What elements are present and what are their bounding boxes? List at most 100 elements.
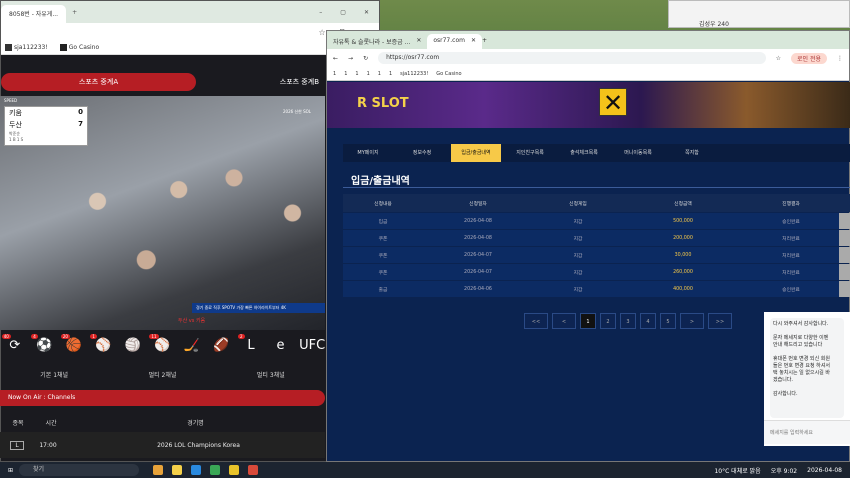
sport-icon[interactable]: ⚾ 1: [90, 333, 114, 353]
menu-item[interactable]: 지인친구목록: [505, 144, 555, 162]
right-tab-2[interactable]: osr77.com ✕: [427, 34, 482, 49]
row-action-button[interactable]: [839, 281, 850, 297]
bookmark-item[interactable]: 1: [367, 71, 370, 77]
table-cell: 쿠폰: [378, 270, 388, 276]
reload-icon[interactable]: ↻: [363, 55, 368, 62]
channel-1[interactable]: 기본 1채널: [40, 370, 68, 384]
table-row: 출금 2026-04-06 지갑 400,000 승인완료: [343, 281, 850, 297]
menu-item[interactable]: 출석체크목록: [559, 144, 609, 162]
stream-tab-a[interactable]: 스포츠 중계A: [1, 73, 196, 91]
page-button[interactable]: >>: [708, 313, 732, 329]
banner-close-icon[interactable]: ✕: [599, 88, 627, 117]
column-header: 신청일자: [469, 201, 487, 207]
chrome-icon[interactable]: [248, 465, 259, 475]
menu-item[interactable]: MY페이지: [343, 144, 393, 162]
page-button[interactable]: 5: [660, 313, 676, 329]
table-cell: 500,000: [673, 218, 693, 224]
page-button[interactable]: 4: [640, 313, 656, 329]
chat-line: 감사합니다.: [773, 391, 798, 397]
sport-glyph: ⚽: [36, 337, 53, 353]
profile-button[interactable]: 로인 전용: [791, 52, 827, 64]
chat-line: [773, 349, 841, 356]
chat-line: [773, 328, 841, 335]
sport-icon[interactable]: e: [270, 338, 292, 353]
bookmark-item[interactable]: 1: [355, 71, 358, 77]
account-menu: MY페이지 정보수정 입금/출금내역 지인친구목록 출석체크목록 머니이동목록 쪽지함: [343, 144, 850, 162]
page-button[interactable]: 3: [620, 313, 636, 329]
taskbar-search[interactable]: 찾기: [19, 464, 140, 476]
video-player[interactable]: SPEED 키움 0 두산 7 박준순 1 B 1 S 2026 신한 SOL 경기…: [0, 96, 325, 330]
bookmark-item[interactable]: 1: [378, 71, 381, 77]
row-action-button[interactable]: [839, 247, 850, 263]
maximize-icon[interactable]: ▢: [340, 9, 346, 16]
count: 1 B 1 S: [9, 137, 24, 142]
back-icon[interactable]: ←: [333, 55, 338, 62]
right-tab-1[interactable]: 자유톡 & 슬롯나라 - 보증금 ... ✕: [327, 34, 427, 49]
table-cell: 출금: [378, 287, 388, 293]
sport-icon[interactable]: 🏒: [181, 338, 203, 353]
forward-icon[interactable]: →: [348, 55, 353, 62]
new-tab-icon[interactable]: +: [482, 37, 487, 44]
broadcaster-label: 2026 신한 SOL: [283, 109, 311, 114]
chat-input[interactable]: 메세지를 입력하세요: [764, 420, 850, 444]
table-cell: 지갑: [573, 287, 583, 293]
count-badge: 40: [1, 333, 11, 339]
sport-icon[interactable]: ⟳ 40: [1, 333, 26, 353]
sport-icon[interactable]: L2: [238, 333, 262, 353]
menu-item[interactable]: 입금/출금내역: [451, 144, 501, 162]
row-action-button[interactable]: [839, 213, 850, 229]
minimize-icon[interactable]: –: [319, 9, 322, 16]
bookmark-item[interactable]: 1: [333, 71, 336, 77]
url-field[interactable]: https://osr77.com: [378, 52, 766, 64]
time[interactable]: 오후 9:02: [771, 466, 797, 475]
bookmark-item[interactable]: 1: [389, 71, 392, 77]
taskbar: ⊞ 찾기 10°C 대체로 맑음 오후 9:02 2026-04-08: [0, 462, 850, 478]
bookmark-item[interactable]: sja112233!: [5, 44, 48, 51]
table-cell: 처리완료: [782, 270, 800, 276]
schedule-row[interactable]: L 17:00 2026 LOL Champions Korea: [0, 432, 325, 458]
date[interactable]: 2026-04-08: [807, 467, 842, 474]
menu-item[interactable]: 머니이동목록: [613, 144, 663, 162]
bookmark-item[interactable]: 1: [344, 71, 347, 77]
page-button[interactable]: <: [552, 313, 576, 329]
bookmark-item[interactable]: Go Casino: [59, 44, 99, 51]
bookmark-item[interactable]: Go Casino: [436, 71, 461, 77]
page-button[interactable]: 2: [600, 313, 616, 329]
page-button[interactable]: <<: [524, 313, 548, 329]
sport-glyph: L: [247, 337, 255, 353]
sport-icon[interactable]: ⚽ 4: [31, 333, 55, 353]
sport-icon[interactable]: ⚾ 11: [149, 333, 173, 353]
sport-icon[interactable]: 🏀 20: [60, 333, 85, 353]
page-button[interactable]: 1: [580, 313, 596, 329]
sport-icon[interactable]: 🏐: [122, 338, 144, 353]
new-tab-icon[interactable]: +: [72, 9, 77, 16]
bookmark-item[interactable]: sja112233!: [400, 71, 428, 77]
edge-icon[interactable]: [191, 465, 202, 475]
table-cell: 쿠폰: [378, 236, 388, 242]
sport-badge: L: [10, 440, 24, 450]
row-action-button[interactable]: [839, 230, 850, 246]
star-icon[interactable]: ☆: [319, 28, 326, 37]
channel-3[interactable]: 멀티 3채널: [257, 370, 285, 384]
table-cell: 2026-04-08: [464, 218, 492, 224]
column-header: 신청내용: [374, 201, 392, 207]
sport-icon[interactable]: UFC: [299, 338, 325, 353]
left-tab[interactable]: 8058번 - 자유게...: [1, 5, 67, 23]
close-icon[interactable]: ✕: [364, 9, 369, 16]
channel-2[interactable]: 멀티 2채널: [149, 370, 177, 384]
star-icon[interactable]: ☆: [776, 55, 781, 62]
app-icon[interactable]: [210, 465, 221, 475]
row-action-button[interactable]: [839, 264, 850, 280]
menu-icon[interactable]: ⋮: [837, 55, 843, 62]
weather[interactable]: 10°C 대체로 맑음: [714, 466, 760, 475]
sport-glyph: UFC: [299, 337, 326, 353]
sport-glyph: ⚾: [154, 337, 171, 353]
app-icon[interactable]: [229, 465, 240, 475]
windows-start-icon[interactable]: ⊞: [8, 467, 13, 474]
sport-icon[interactable]: 🏈: [210, 338, 232, 353]
page-button[interactable]: >: [680, 313, 704, 329]
app-icon[interactable]: [172, 465, 183, 475]
menu-item[interactable]: 정보수정: [397, 144, 447, 162]
menu-item[interactable]: 쪽지함: [667, 144, 717, 162]
app-icon[interactable]: [153, 465, 164, 475]
